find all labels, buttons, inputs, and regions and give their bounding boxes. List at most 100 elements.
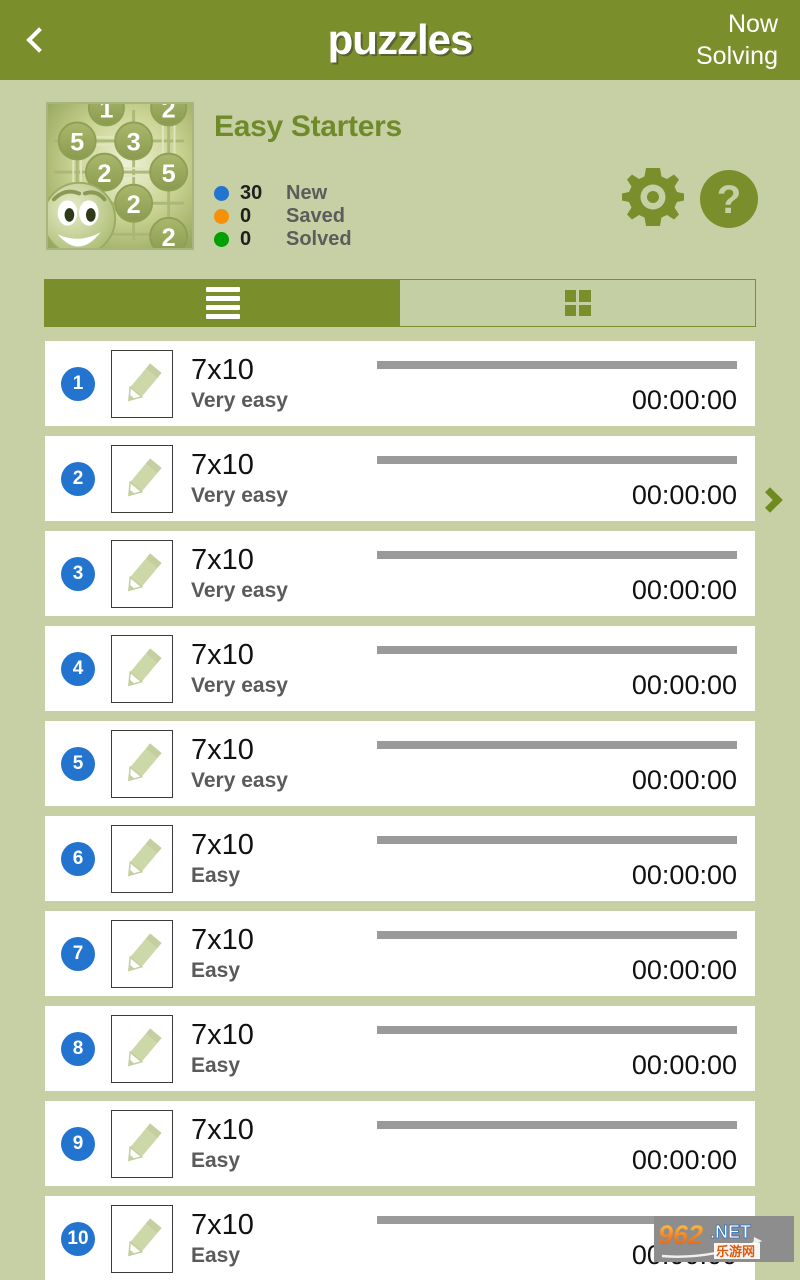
puzzle-progress-area: 00:00:00: [371, 721, 755, 806]
pencil-icon: [128, 1122, 162, 1161]
puzzle-timer: 00:00:00: [631, 1145, 737, 1175]
puzzle-thumbnail-art: 1 2 5 3 2 5 2 2: [48, 104, 192, 248]
view-toggle: [44, 279, 756, 327]
puzzle-info: 7x10 Easy: [191, 1209, 371, 1269]
puzzle-progress-bar: [377, 1121, 737, 1129]
puzzle-number-badge: 8: [61, 1031, 95, 1066]
puzzle-difficulty: Easy: [191, 863, 241, 887]
puzzle-state-icon-box[interactable]: [111, 444, 173, 513]
puzzle-number-badge: 6: [61, 841, 95, 876]
svg-text:2: 2: [162, 104, 176, 124]
puzzle-state-icon-box[interactable]: [111, 1014, 173, 1083]
puzzle-progress-area: 00:00:00: [371, 1101, 755, 1186]
puzzle-progress-area: 00:00:00: [371, 341, 755, 426]
puzzle-progress-bar: [377, 551, 737, 559]
puzzle-row[interactable]: 107x10Easy00:00:00: [45, 1196, 755, 1280]
status-dot-saved: [214, 209, 229, 224]
pencil-icon: [128, 457, 162, 496]
puzzle-info: 7x10 Easy: [191, 1019, 371, 1079]
puzzle-progress-area: 00:00:00: [371, 531, 755, 616]
list-view-icon: [205, 287, 240, 319]
puzzle-difficulty: Very easy: [191, 388, 288, 412]
puzzle-number-badge: 2: [61, 461, 95, 496]
puzzle-difficulty: Very easy: [191, 673, 288, 697]
puzzle-state-icon-box[interactable]: [111, 824, 173, 893]
puzzle-progress-bar: [377, 646, 737, 654]
puzzle-row[interactable]: 1 7x10 Very easy 00:00:00: [45, 341, 755, 426]
puzzle-state-icon-box[interactable]: [111, 349, 173, 418]
next-page-button[interactable]: [748, 470, 792, 530]
puzzle-size: 7x10: [191, 1018, 254, 1051]
collection-thumbnail[interactable]: 1 2 5 3 2 5 2 2: [46, 102, 194, 250]
puzzle-progress-area: 00:00:00: [371, 436, 755, 521]
puzzle-difficulty: Easy: [191, 1053, 241, 1077]
back-chevron-icon: [26, 27, 52, 53]
puzzle-info: 7x10 Very easy: [191, 734, 371, 794]
question-mark-icon[interactable]: ?: [700, 170, 758, 228]
puzzle-difficulty: Easy: [191, 1148, 241, 1172]
puzzle-difficulty: Easy: [191, 958, 241, 982]
svg-text:?: ?: [717, 178, 741, 222]
puzzle-size: 7x10: [191, 1208, 254, 1241]
pencil-icon: [128, 932, 162, 971]
puzzle-row[interactable]: 2 7x10 Very easy 00:00:00: [45, 436, 755, 521]
toolbar: ?: [622, 168, 758, 230]
puzzle-state-icon-box[interactable]: [111, 539, 173, 608]
app-header: puzzles Now Solving: [0, 0, 800, 80]
puzzle-info: 7x10 Very easy: [191, 449, 371, 509]
stat-count-new: 30: [240, 182, 263, 204]
puzzle-row[interactable]: 6 7x10 Easy 00:00:00: [45, 816, 755, 901]
puzzle-list: 1 7x10 Very easy 00:00:00 2 7x10 Very easy 00:0…: [0, 341, 800, 1280]
back-button[interactable]: [22, 10, 68, 70]
puzzle-row[interactable]: 3 7x10 Very easy 00:00:00: [45, 531, 755, 616]
puzzle-info: 7x10 Very easy: [191, 639, 371, 699]
pencil-icon: [128, 647, 162, 686]
puzzle-info: 7x10 Very easy: [191, 544, 371, 604]
svg-text:5: 5: [162, 160, 176, 188]
svg-text:2: 2: [127, 191, 141, 219]
puzzle-state-icon-box[interactable]: [111, 729, 173, 798]
puzzle-size: 7x10: [191, 353, 254, 386]
puzzle-size: 7x10: [191, 543, 254, 576]
puzzle-timer: 00:00:00: [631, 480, 737, 510]
site-watermark: 962 .NET 乐游网: [654, 1216, 794, 1262]
puzzle-row[interactable]: 4 7x10 Very easy 00:00:00: [45, 626, 755, 711]
stat-label-solved: Solved: [286, 228, 352, 250]
status-dot-new: [214, 186, 229, 201]
tab-grid-view[interactable]: [400, 280, 755, 326]
puzzle-size: 7x10: [191, 733, 254, 766]
now-solving-button[interactable]: Now Solving: [696, 8, 778, 72]
puzzle-state-icon-box[interactable]: [111, 1109, 173, 1178]
now-solving-line1: Now: [727, 10, 778, 38]
puzzle-info: 7x10 Easy: [191, 1114, 371, 1174]
puzzle-progress-area: 00:00:00: [371, 816, 755, 901]
watermark-primary: 962: [658, 1220, 703, 1250]
puzzle-timer: 00:00:00: [631, 1050, 737, 1080]
svg-text:3: 3: [127, 129, 141, 157]
puzzle-info: 7x10 Easy: [191, 829, 371, 889]
tab-list-view[interactable]: [45, 280, 400, 326]
puzzle-number-badge: 7: [61, 936, 95, 971]
puzzle-row[interactable]: 5 7x10 Very easy 00:00:00: [45, 721, 755, 806]
watermark-sub: 乐游网: [716, 1244, 755, 1260]
watermark-art: 962 .NET 乐游网: [654, 1216, 794, 1262]
puzzle-number-badge: 1: [61, 366, 95, 401]
puzzle-state-icon-box[interactable]: [111, 919, 173, 988]
puzzle-size: 7x10: [191, 638, 254, 671]
now-solving-line2: Solving: [696, 42, 778, 70]
page-title: puzzles: [327, 16, 474, 63]
puzzle-state-icon-box[interactable]: [111, 634, 173, 703]
puzzle-size: 7x10: [191, 1113, 254, 1146]
puzzle-row[interactable]: 9 7x10 Easy 00:00:00: [45, 1101, 755, 1186]
puzzle-row[interactable]: 7 7x10 Easy 00:00:00: [45, 911, 755, 996]
puzzle-number-badge: 4: [61, 651, 95, 686]
puzzle-row[interactable]: 8 7x10 Easy 00:00:00: [45, 1006, 755, 1091]
gear-icon[interactable]: [622, 168, 684, 230]
puzzle-timer: 00:00:00: [631, 670, 737, 700]
puzzle-difficulty: Easy: [191, 1243, 241, 1267]
status-dot-solved: [214, 232, 229, 247]
puzzle-timer: 00:00:00: [631, 385, 737, 415]
watermark-suffix: .NET: [710, 1222, 751, 1242]
puzzle-state-icon-box[interactable]: [111, 1204, 173, 1273]
svg-text:2: 2: [97, 160, 111, 188]
